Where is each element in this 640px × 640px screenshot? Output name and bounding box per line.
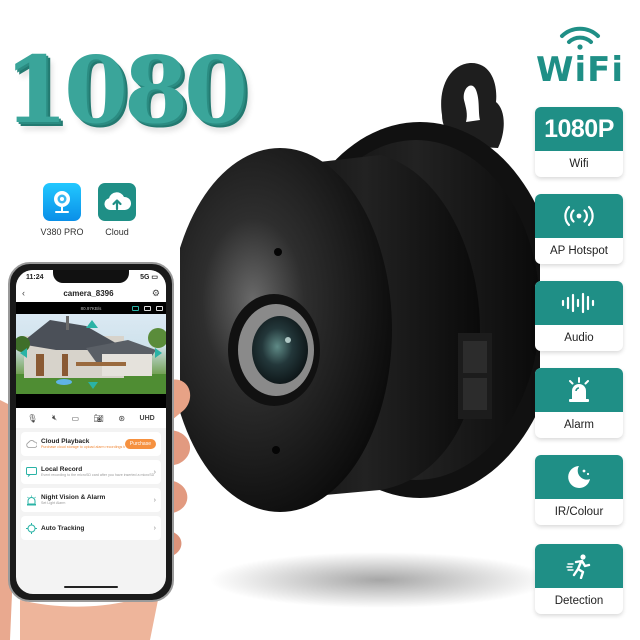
- app-icons: V380 PRO Cloud: [40, 183, 139, 237]
- menu-item-title: Cloud Playback: [41, 438, 90, 446]
- microphone-icon[interactable]: 🎙︎: [27, 414, 37, 423]
- app-cloud: Cloud: [95, 183, 139, 237]
- purchase-button[interactable]: Purchase: [124, 439, 156, 449]
- wifi-logo: WiFi: [528, 26, 632, 87]
- feature-label: Wifi: [569, 158, 589, 170]
- quality-toggle[interactable]: UHD: [140, 415, 155, 422]
- app-label: Cloud: [105, 227, 129, 237]
- feature-label: Detection: [554, 595, 604, 607]
- phone-mockup: 11:24 5G ▭ ‹ camera_8396 ⚙ 80.97KB/s 🎙︎ …: [8, 262, 174, 602]
- microphone-hole: [274, 248, 282, 256]
- menu-item-title: Auto Tracking: [41, 524, 85, 532]
- camera-shadow: [210, 552, 540, 608]
- ir-sensor-hole: [272, 446, 280, 454]
- feature-detection: Detection: [535, 544, 623, 614]
- menu-item-night-vision-alarm[interactable]: Night Vision & Alarm Set Light Alarm ›: [21, 488, 161, 512]
- app-label: V380 PRO: [40, 227, 84, 237]
- back-icon[interactable]: ‹: [22, 288, 25, 298]
- local-record-icon: [26, 467, 37, 478]
- camera-app-icon: [43, 183, 81, 221]
- feature-alarm: Alarm: [535, 368, 623, 438]
- menu-item-subtitle: Set Light Alarm: [41, 501, 66, 506]
- bitrate: 80.97KB/s: [80, 305, 102, 311]
- pan-left-arrow[interactable]: [20, 348, 27, 358]
- chevron-right-icon: ›: [153, 468, 156, 476]
- feature-label: IR/Colour: [554, 506, 604, 518]
- moon-stars-icon: [568, 466, 590, 488]
- wifi-logo-text: WiFi: [535, 50, 625, 90]
- cloud-icon: [26, 439, 37, 450]
- audio-wave-icon: [561, 292, 595, 314]
- phone-screen: 11:24 5G ▭ ‹ camera_8396 ⚙ 80.97KB/s 🎙︎ …: [16, 270, 166, 594]
- menu-item-auto-tracking[interactable]: Auto Tracking ›: [21, 516, 161, 540]
- snapshot-icon[interactable]: 📷︎: [94, 414, 104, 423]
- wifi-signal-icon: [560, 26, 600, 50]
- menu-item-local-record[interactable]: Local Record Event recording to the micr…: [21, 460, 161, 484]
- running-person-icon: [566, 554, 591, 579]
- phone-notch: [53, 270, 129, 283]
- feature-resolution: 1080P: [544, 114, 614, 143]
- menu-item-title: Night Vision & Alarm: [41, 494, 106, 502]
- alarm-light-icon: [26, 495, 37, 506]
- live-controls: 🎙︎ 🔇︎ ▭ 📷︎ ⊛ UHD: [16, 408, 166, 428]
- live-video-view[interactable]: [16, 314, 166, 394]
- menu-item-subtitle: Purchase cloud storage to upload alarm r…: [41, 445, 125, 450]
- mute-icon[interactable]: 🔇︎: [52, 413, 57, 423]
- feature-ap-hotspot: AP Hotspot: [535, 194, 623, 264]
- feature-ir-colour: IR/Colour: [535, 455, 623, 525]
- record-video-icon[interactable]: ▭: [72, 414, 80, 423]
- camera-name: camera_8396: [63, 288, 114, 298]
- status-time: 11:24: [26, 273, 44, 281]
- pan-down-arrow[interactable]: [88, 382, 98, 389]
- feature-label: AP Hotspot: [550, 245, 608, 257]
- cloud-upload-icon: [98, 183, 136, 221]
- pan-up-arrow[interactable]: [86, 320, 98, 328]
- menu-item-title: Local Record: [41, 466, 83, 474]
- status-network: 5G ▭: [140, 274, 158, 281]
- settings-menu: Cloud Playback Purchase cloud storage to…: [16, 428, 166, 544]
- ptz-control-icon[interactable]: ⊛: [118, 414, 125, 423]
- video-bottom-bar: [16, 394, 166, 408]
- feature-audio: Audio: [535, 281, 623, 351]
- pan-right-arrow[interactable]: [155, 348, 162, 358]
- settings-icon[interactable]: ⚙: [152, 288, 160, 299]
- chevron-right-icon: ›: [153, 524, 156, 532]
- app-nav-bar: ‹ camera_8396 ⚙: [16, 284, 166, 302]
- camera-product-image: [180, 62, 540, 608]
- alarm-siren-icon: [569, 377, 589, 402]
- hotspot-icon: [564, 205, 594, 227]
- lens: [252, 316, 308, 384]
- crosshair-icon: [26, 522, 37, 534]
- home-indicator: [64, 586, 118, 588]
- feature-label: Alarm: [563, 419, 595, 431]
- feature-1080p: 1080P Wifi: [535, 107, 623, 177]
- menu-item-cloud-playback[interactable]: Cloud Playback Purchase cloud storage to…: [21, 432, 161, 456]
- menu-item-subtitle: Event recording to the microSD card afte…: [41, 473, 154, 478]
- live-status-bar: 80.97KB/s: [16, 302, 166, 314]
- chevron-right-icon: ›: [153, 496, 156, 504]
- feature-label: Audio: [564, 332, 594, 344]
- app-v380-pro: V380 PRO: [40, 183, 84, 237]
